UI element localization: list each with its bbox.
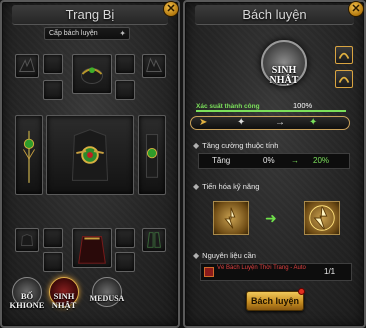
equip-slot-armor[interactable] (46, 115, 134, 195)
attribute-section-label: ◆ Tăng cường thuộc tính (193, 141, 279, 150)
equip-slot-6[interactable] (43, 252, 63, 272)
equip-slot-wing-left[interactable] (15, 54, 39, 78)
arrow-right-icon: → (291, 156, 299, 165)
equip-slot-head[interactable] (72, 54, 112, 94)
skill-icon-before[interactable] (213, 201, 249, 235)
emblem-variant-icon[interactable] (335, 70, 353, 88)
success-rate-row: Xác suất thành công (196, 102, 346, 112)
equip-slot-cape[interactable] (72, 228, 112, 268)
success-rate-value: 100% (293, 101, 313, 110)
ticket-icon (204, 267, 214, 277)
equip-slot-3[interactable] (115, 54, 135, 74)
material-name: Vé Bách Luyện Thời Trang - Auto (217, 265, 306, 271)
equip-slot-8[interactable] (115, 252, 135, 272)
equipment-title: Trang Bị (12, 5, 168, 25)
skill-section-label: ◆ Tiến hóa kỹ năng (193, 182, 260, 191)
equip-slot-7[interactable] (115, 228, 135, 248)
material-section-label: ◆ Nguyên liệu cần (193, 251, 256, 260)
skill-icon-after[interactable] (304, 201, 340, 235)
equip-slot-2[interactable] (43, 80, 63, 100)
stat-to: 20% (313, 156, 330, 165)
equip-slot-weapon-left[interactable] (15, 115, 43, 195)
equip-slot-5[interactable] (43, 228, 63, 248)
star-icon: ✦ (119, 29, 126, 38)
material-row[interactable]: Vé Bách Luyện Thời Trang - Auto 1/1 (200, 263, 352, 281)
refine-progress-track: ➤ ✦ → ✦ (190, 116, 350, 130)
refine-button[interactable]: Bách luyện (246, 291, 304, 311)
equip-slot-weapon-right[interactable] (138, 115, 166, 195)
notification-badge (298, 288, 305, 295)
equip-slot-boots[interactable] (142, 228, 166, 252)
attribute-stat-row: Tăng 0% → 20% (198, 153, 350, 169)
character-name: SINH NHẬT (51, 291, 77, 310)
close-icon[interactable]: ✕ (348, 1, 364, 17)
refine-title: Bách luyện (195, 5, 354, 25)
star-icon: ✦ (237, 117, 246, 128)
level-selector-label: Cấp bách luyện (49, 30, 98, 37)
equip-slot-1[interactable] (43, 54, 63, 74)
emblem-variant-icon[interactable] (335, 46, 353, 64)
close-icon[interactable]: ✕ (163, 1, 179, 17)
stat-label: Tăng (212, 156, 231, 165)
arrow-right-icon: → (275, 117, 285, 128)
character-token-sinh-nhat[interactable]: SINH NHẬT (45, 277, 83, 315)
character-token-medusa[interactable]: MEDUSA (88, 277, 126, 315)
stat-from: 0% (263, 156, 275, 165)
selected-emblem-label: SINH NHẬT (269, 65, 299, 86)
star-icon: ✦ (309, 117, 318, 128)
equip-slot-4[interactable] (115, 80, 135, 100)
character-name: MEDUSA (89, 294, 125, 303)
success-rate-bar (196, 110, 346, 112)
arrow-right-icon: ➜ (265, 210, 277, 226)
success-rate-fill (196, 110, 346, 112)
material-quantity: 1/1 (324, 267, 336, 276)
level-selector[interactable]: Cấp bách luyện ✦ (44, 27, 130, 40)
equip-slot-wing-right[interactable] (142, 54, 166, 78)
equip-slot-gloves[interactable] (15, 228, 39, 252)
arrow-right-icon: ➤ (199, 117, 208, 128)
